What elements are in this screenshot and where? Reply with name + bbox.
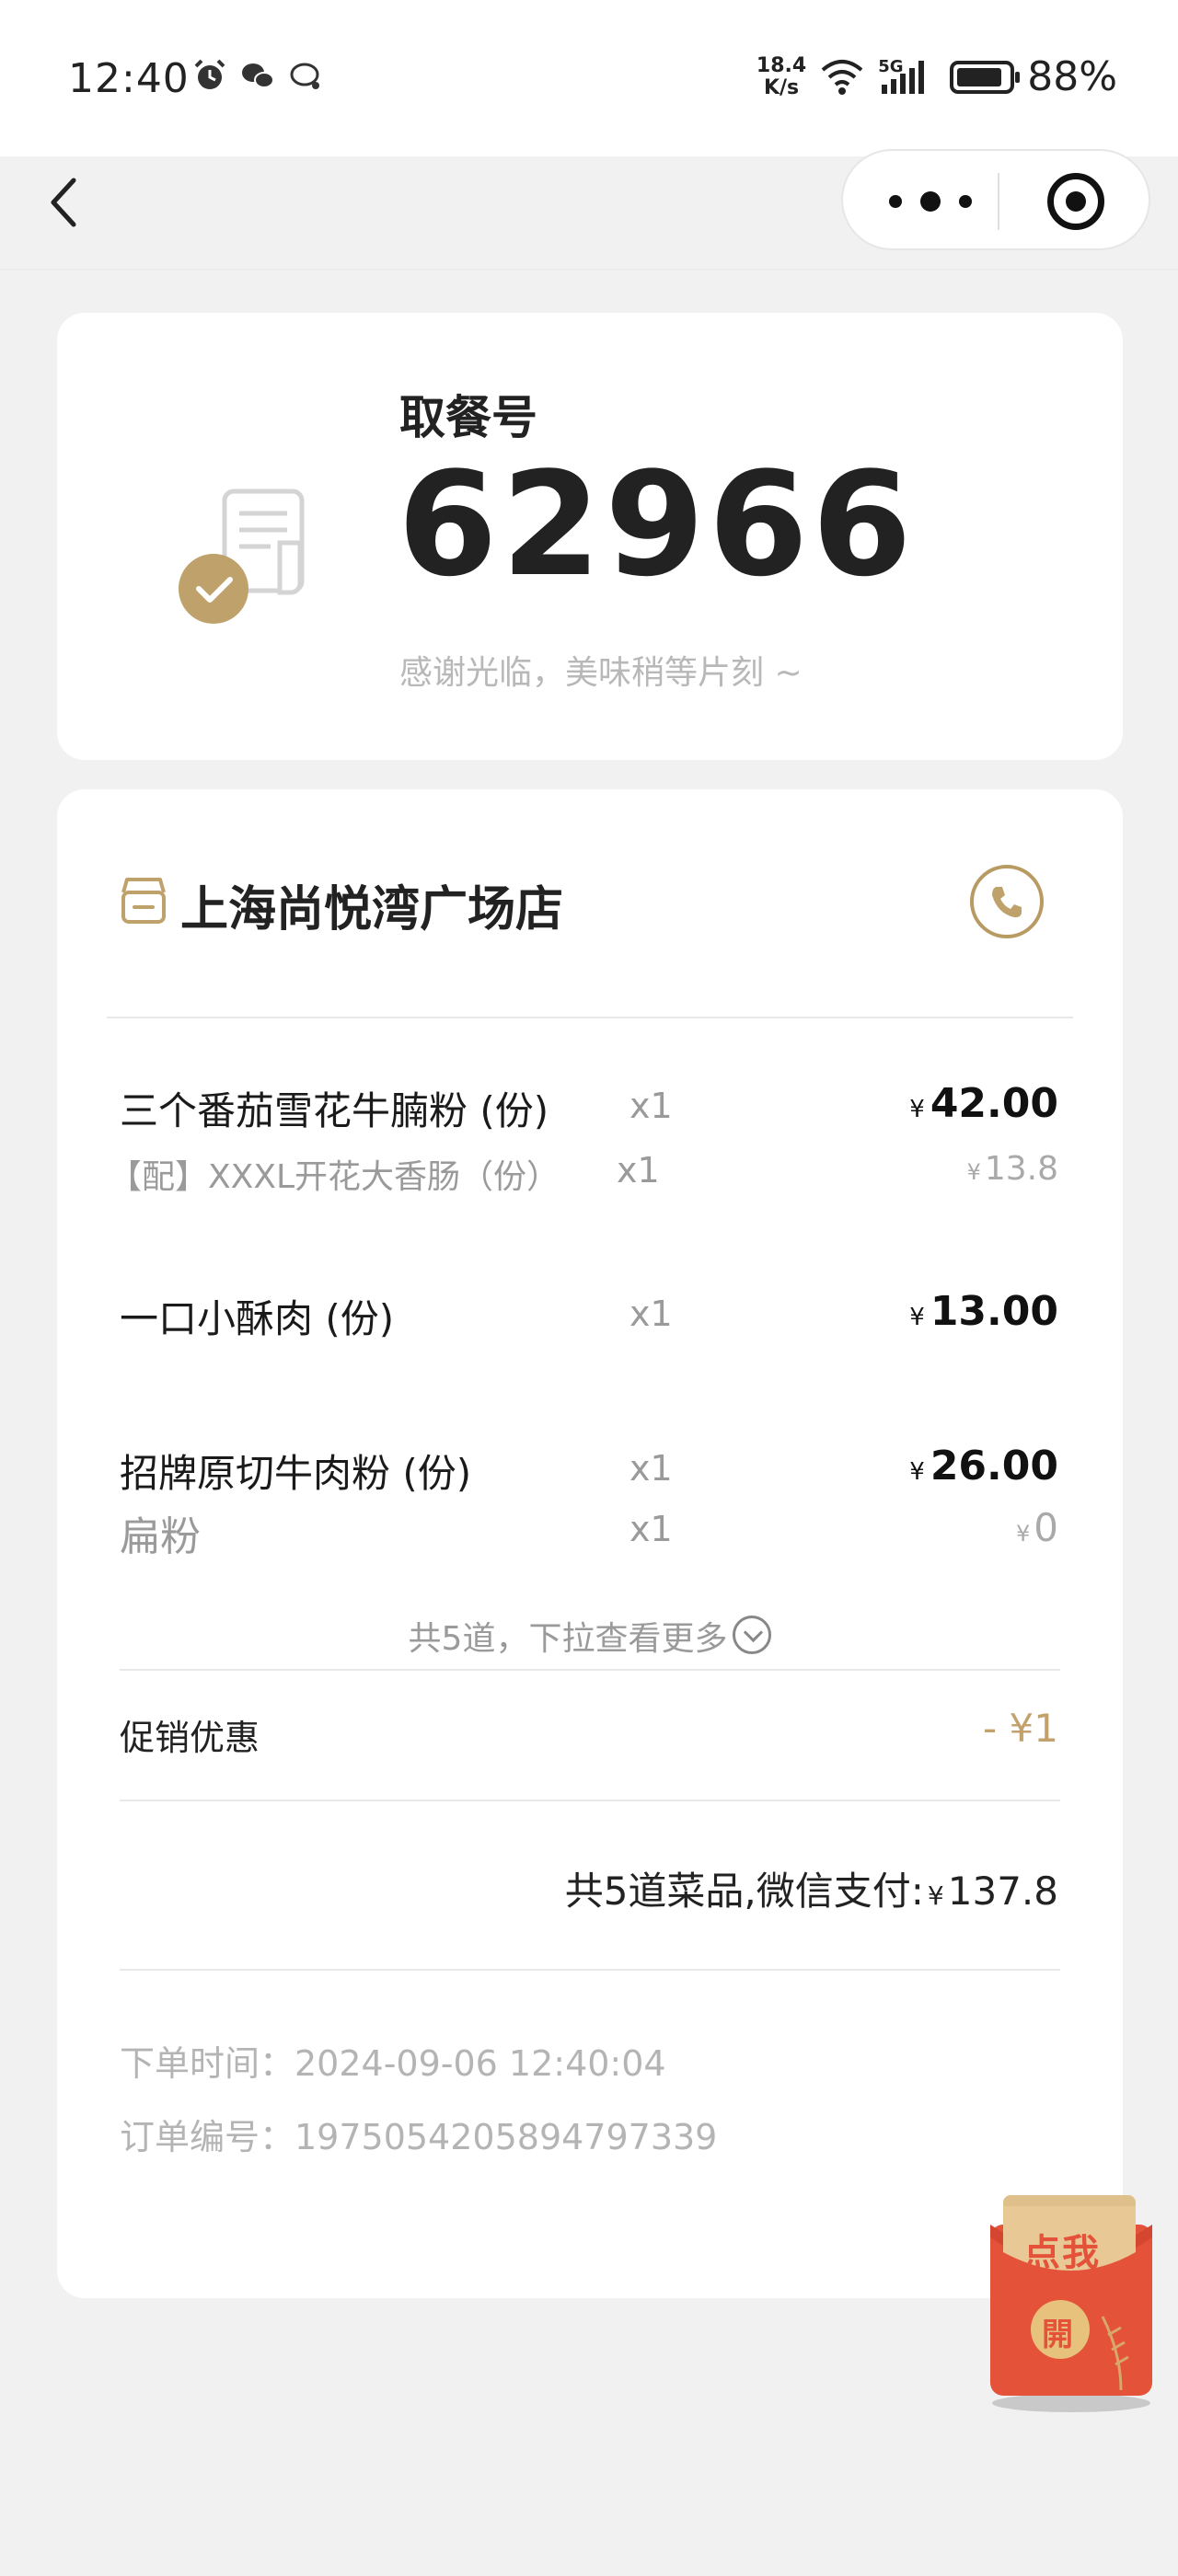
total-amount: 137.8 <box>947 1869 1058 1914</box>
currency-symbol: ¥ <box>909 1096 925 1123</box>
currency-symbol: ¥ <box>1015 1521 1031 1547</box>
pickup-label: 取餐号 <box>399 391 537 444</box>
status-right: 18.4 K/s 5G 88% <box>756 53 1117 100</box>
item-sub-price: ¥13.8 <box>967 1150 1058 1188</box>
mini-program-capsule <box>841 149 1150 250</box>
price-value: 26.00 <box>930 1443 1058 1489</box>
pickup-tip: 感谢光临，美味稍等片刻 ~ <box>399 654 803 692</box>
chat-bubble-icon <box>290 63 319 89</box>
price-value: 13.00 <box>930 1288 1058 1335</box>
item-name: 招牌原切牛肉粉 (份) <box>120 1451 472 1496</box>
promo-label: 促销优惠 <box>120 1718 260 1758</box>
battery-level <box>957 67 1001 86</box>
item-qty: x1 <box>629 1086 673 1126</box>
item-price: ¥13.00 <box>909 1288 1058 1335</box>
item-sub-qty: x1 <box>629 1509 673 1549</box>
sub-price-value: 13.8 <box>984 1150 1058 1188</box>
item-qty: x1 <box>629 1294 673 1334</box>
wifi-icon <box>821 59 863 95</box>
envelope-label: 点我 <box>1023 2232 1101 2274</box>
more-dots-icon[interactable] <box>889 188 972 215</box>
battery-icon <box>950 60 1021 94</box>
wechat-icon <box>242 63 274 88</box>
network-speed-value: 18.4 <box>756 53 807 77</box>
store-icon <box>121 878 166 924</box>
receipt-check-icon <box>179 489 305 624</box>
status-bar: 12:40 18.4 K/s 5G 88% <box>0 0 1178 156</box>
items-divider <box>120 1669 1060 1671</box>
item-name: 三个番茄雪花牛腩粉 (份) <box>120 1088 549 1133</box>
currency-symbol: ¥ <box>909 1304 925 1331</box>
close-target-icon[interactable] <box>1047 173 1104 230</box>
nav-divider <box>0 269 1178 270</box>
signal-bars-icon <box>882 60 925 94</box>
back-button[interactable] <box>46 175 83 230</box>
order-card: 上海尚悦湾广场店 三个番茄雪花牛腩粉 (份) x1 ¥42.00 【配】XXXL… <box>57 789 1123 2298</box>
store-name: 上海尚悦湾广场店 <box>180 882 564 937</box>
sub-price-value: 0 <box>1034 1505 1058 1550</box>
network-speed: 18.4 K/s <box>756 53 807 99</box>
chevron-down-icon <box>733 1616 772 1654</box>
envelope-open-label: 開 <box>1042 2317 1073 2353</box>
show-more-button[interactable]: 共5道，下拉查看更多 <box>57 1612 1123 1660</box>
show-more-label: 共5道，下拉查看更多 <box>408 1620 728 1658</box>
capsule-divider <box>998 173 999 230</box>
status-time: 12:40 <box>68 55 190 102</box>
pickup-card: 取餐号 62966 感谢光临，美味稍等片刻 ~ <box>57 313 1123 760</box>
network-speed-unit: K/s <box>763 75 800 99</box>
currency-symbol: ¥ <box>909 1458 925 1486</box>
item-sub-name: 【配】XXXL开花大香肠（份） <box>109 1158 560 1196</box>
alarm-icon <box>194 59 225 89</box>
total-prefix: 共5道菜品,微信支付: <box>564 1869 924 1914</box>
item-qty: x1 <box>629 1448 673 1489</box>
price-value: 42.00 <box>930 1080 1058 1127</box>
status-notification-icons <box>191 57 324 94</box>
phone-button[interactable] <box>970 865 1044 938</box>
promo-divider <box>120 1800 1060 1801</box>
item-sub-price: ¥0 <box>1016 1505 1058 1550</box>
battery-percent: 88% <box>1027 53 1117 100</box>
order-time: 下单时间：2024-09-06 12:40:04 <box>120 2043 666 2084</box>
item-price: ¥26.00 <box>909 1443 1058 1489</box>
item-price: ¥42.00 <box>909 1080 1058 1127</box>
store-divider <box>107 1017 1073 1018</box>
phone-icon <box>992 887 1022 918</box>
cell-signal: 5G <box>878 57 937 98</box>
item-sub-name: 扁粉 <box>120 1513 201 1560</box>
promo-value: - ¥1 <box>983 1706 1058 1751</box>
red-envelope-button[interactable]: 点我 開 <box>983 2188 1160 2418</box>
pickup-number: 62966 <box>398 441 916 608</box>
order-number: 订单编号：1975054205894797339 <box>120 2117 718 2157</box>
payment-total: 共5道菜品,微信支付: ¥137.8 <box>565 1860 1058 1916</box>
currency-symbol: ¥ <box>966 1159 981 1185</box>
total-divider <box>120 1969 1060 1971</box>
currency-symbol: ¥ <box>927 1880 944 1911</box>
item-name: 一口小酥肉 (份) <box>120 1296 395 1341</box>
item-sub-qty: x1 <box>617 1150 660 1190</box>
